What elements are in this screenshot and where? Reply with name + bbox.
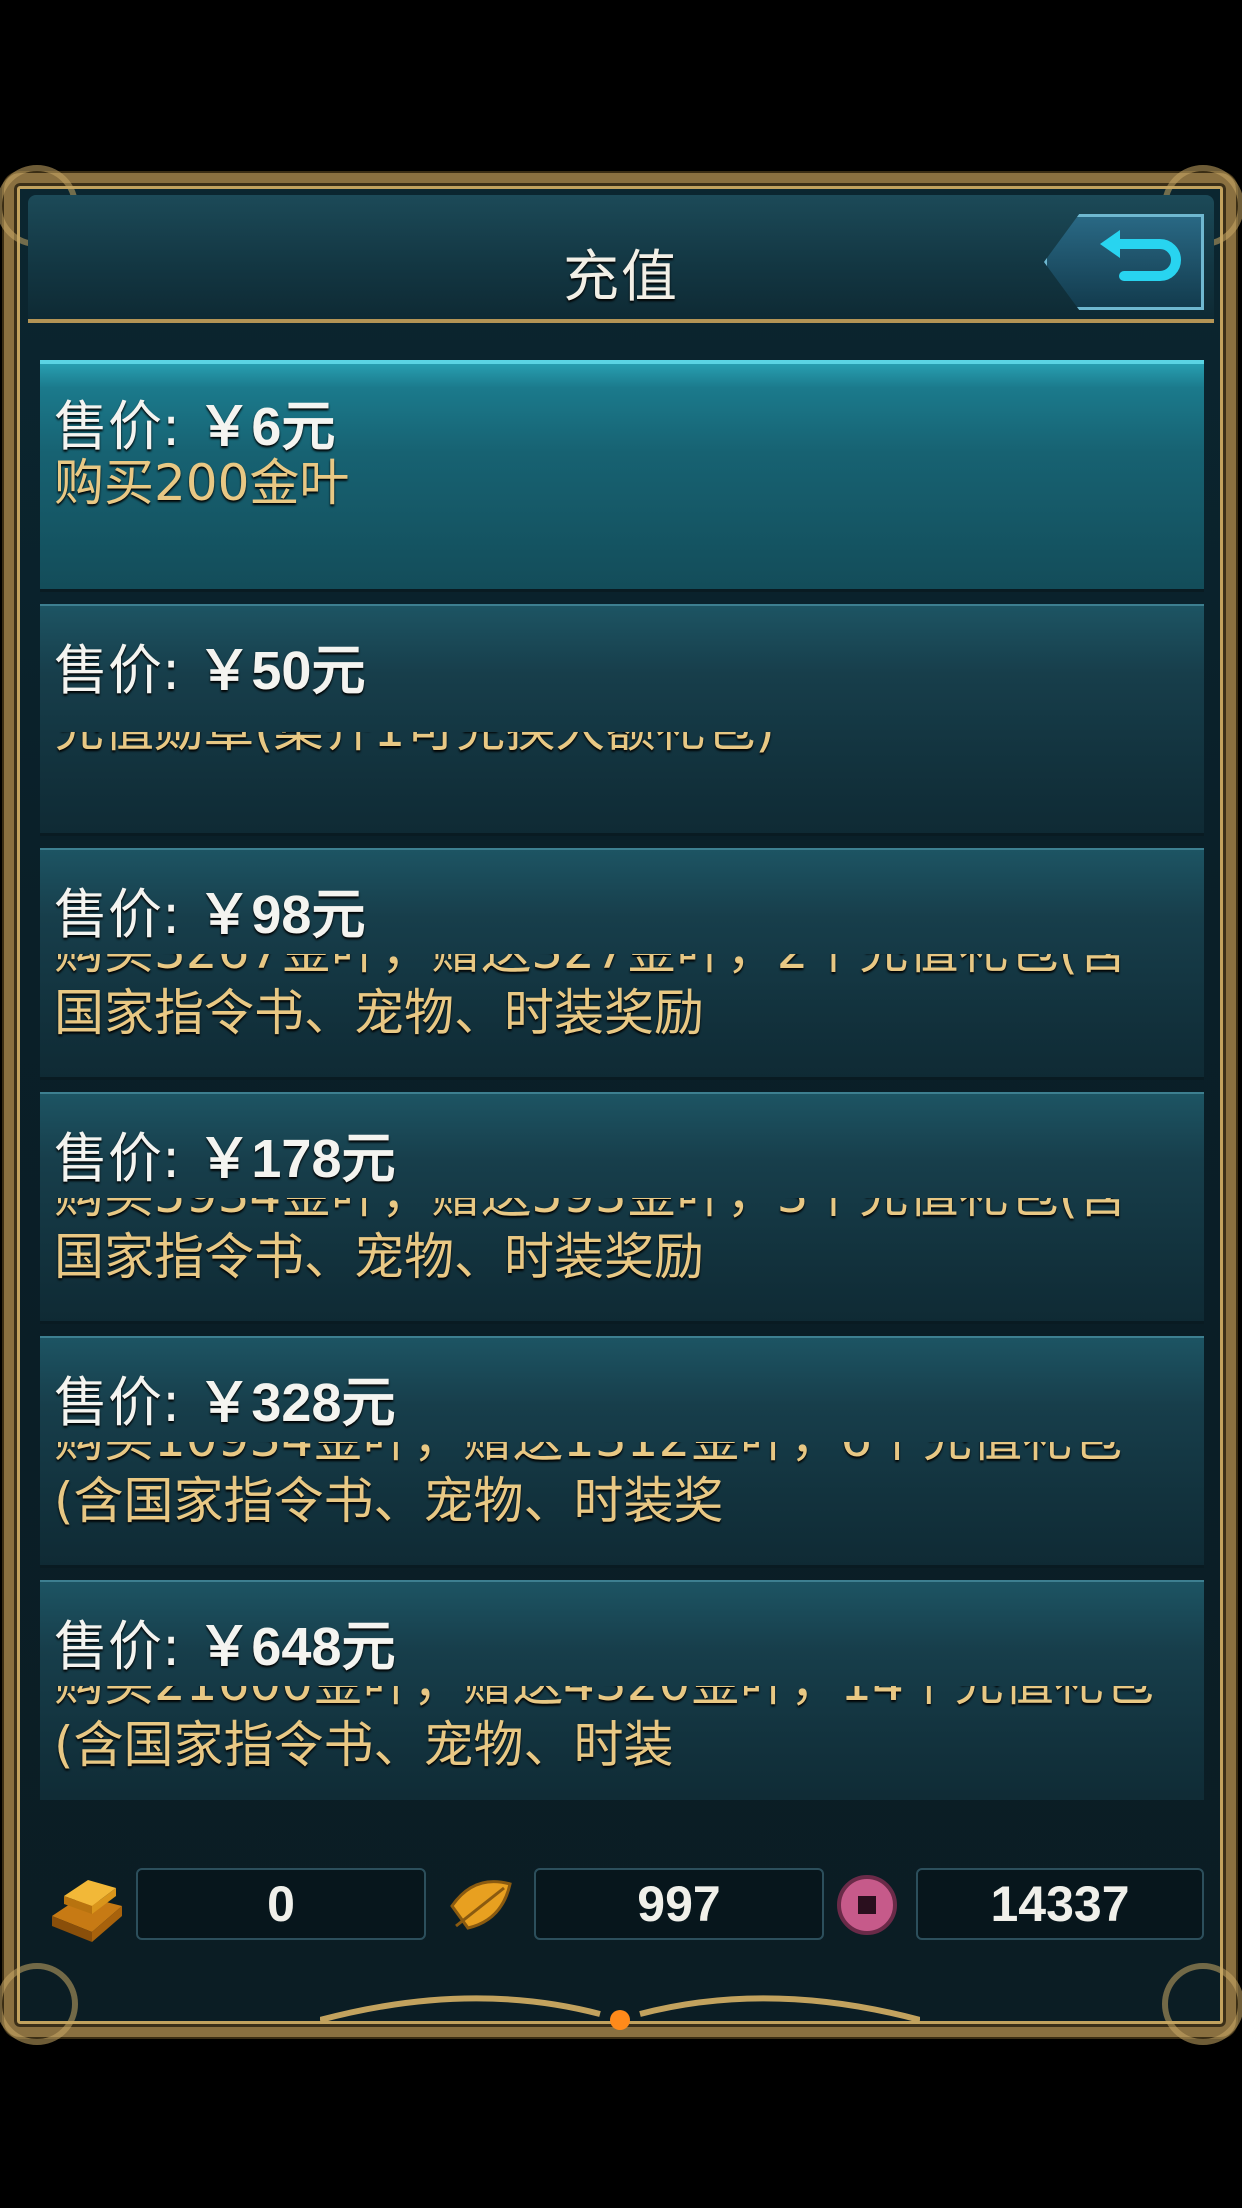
- price-label: 售价:: [54, 883, 181, 946]
- recharge-list[interactable]: 售价: ￥6元 购买200金叶 售价: ￥50元 充值勋章(集齐1可兑换大额礼包…: [40, 360, 1204, 1800]
- description-clip: 购买10934金叶，赠送1312金叶，6个充值礼包(含国家指令书、宠物、时装奖: [54, 1442, 1164, 1542]
- corner-ornament: [1162, 1963, 1242, 2045]
- description-clip: 充值勋章(集齐1可兑换大额礼包): [54, 732, 1164, 792]
- price-value: ￥6元: [197, 397, 336, 457]
- corner-ornament: [0, 1963, 78, 2045]
- list-item[interactable]: 售价: ￥6元 购买200金叶: [40, 360, 1204, 592]
- price-label: 售价:: [54, 1371, 181, 1434]
- list-item[interactable]: 售价: ￥328元 购买10934金叶，赠送1312金叶，6个充值礼包(含国家指…: [40, 1336, 1204, 1568]
- item-description: 购买10934金叶，赠送1312金叶，6个充值礼包(含国家指令书、宠物、时装奖: [54, 1442, 1122, 1530]
- price-label: 售价:: [54, 395, 181, 458]
- price-line: 售价: ￥50元: [54, 626, 365, 705]
- description-clip: 购买200金叶: [54, 452, 1164, 556]
- gold-ingot-icon: [52, 1880, 122, 1942]
- item-description: 购买200金叶: [54, 454, 350, 512]
- price-line: 售价: ￥6元: [54, 382, 335, 461]
- description-clip: 购买5934金叶，赠送593金叶，3个充值礼包(含国家指令书、宠物、时装奖励: [54, 1198, 1164, 1298]
- resource-bar: 0 997 14337: [28, 1842, 1214, 1972]
- price-value: ￥50元: [197, 641, 366, 701]
- item-description: 充值勋章(集齐1可兑换大额礼包): [54, 732, 775, 760]
- price-label: 售价:: [54, 639, 181, 702]
- price-line: 售价: ￥648元: [54, 1602, 395, 1681]
- price-label: 售价:: [54, 1615, 181, 1678]
- gold-leaf-icon: [450, 1880, 512, 1930]
- list-item[interactable]: 售价: ￥178元 购买5934金叶，赠送593金叶，3个充值礼包(含国家指令书…: [40, 1092, 1204, 1324]
- gold-amount: 0: [136, 1868, 426, 1940]
- copper-coin-icon: [837, 1875, 897, 1935]
- item-description: 购买3267金叶，赠送327金叶，2个充值礼包(含国家指令书、宠物、时装奖励: [54, 954, 1128, 1042]
- price-value: ￥178元: [197, 1129, 396, 1189]
- bottom-ornament: [320, 1995, 920, 2030]
- description-clip: 购买21600金叶，赠送4320金叶，14个充值礼包(含国家指令书、宠物、时装: [54, 1686, 1164, 1786]
- item-description: 购买21600金叶，赠送4320金叶，14个充值礼包(含国家指令书、宠物、时装: [54, 1686, 1154, 1774]
- item-description: 购买5934金叶，赠送593金叶，3个充值礼包(含国家指令书、宠物、时装奖励: [54, 1198, 1128, 1286]
- list-item[interactable]: 售价: ￥98元 购买3267金叶，赠送327金叶，2个充值礼包(含国家指令书、…: [40, 848, 1204, 1080]
- price-value: ￥648元: [197, 1617, 396, 1677]
- price-value: ￥98元: [197, 885, 366, 945]
- price-line: 售价: ￥328元: [54, 1358, 395, 1437]
- leaf-amount: 997: [534, 1868, 824, 1940]
- price-value: ￥328元: [197, 1373, 396, 1433]
- price-line: 售价: ￥98元: [54, 870, 365, 949]
- coin-amount: 14337: [916, 1868, 1204, 1940]
- price-line: 售价: ￥178元: [54, 1114, 395, 1193]
- return-arrow-icon: [1100, 230, 1181, 281]
- description-clip: 购买3267金叶，赠送327金叶，2个充值礼包(含国家指令书、宠物、时装奖励: [54, 954, 1164, 1054]
- price-label: 售价:: [54, 1127, 181, 1190]
- list-item[interactable]: 售价: ￥648元 购买21600金叶，赠送4320金叶，14个充值礼包(含国家…: [40, 1580, 1204, 1800]
- list-item[interactable]: 售价: ￥50元 充值勋章(集齐1可兑换大额礼包): [40, 604, 1204, 836]
